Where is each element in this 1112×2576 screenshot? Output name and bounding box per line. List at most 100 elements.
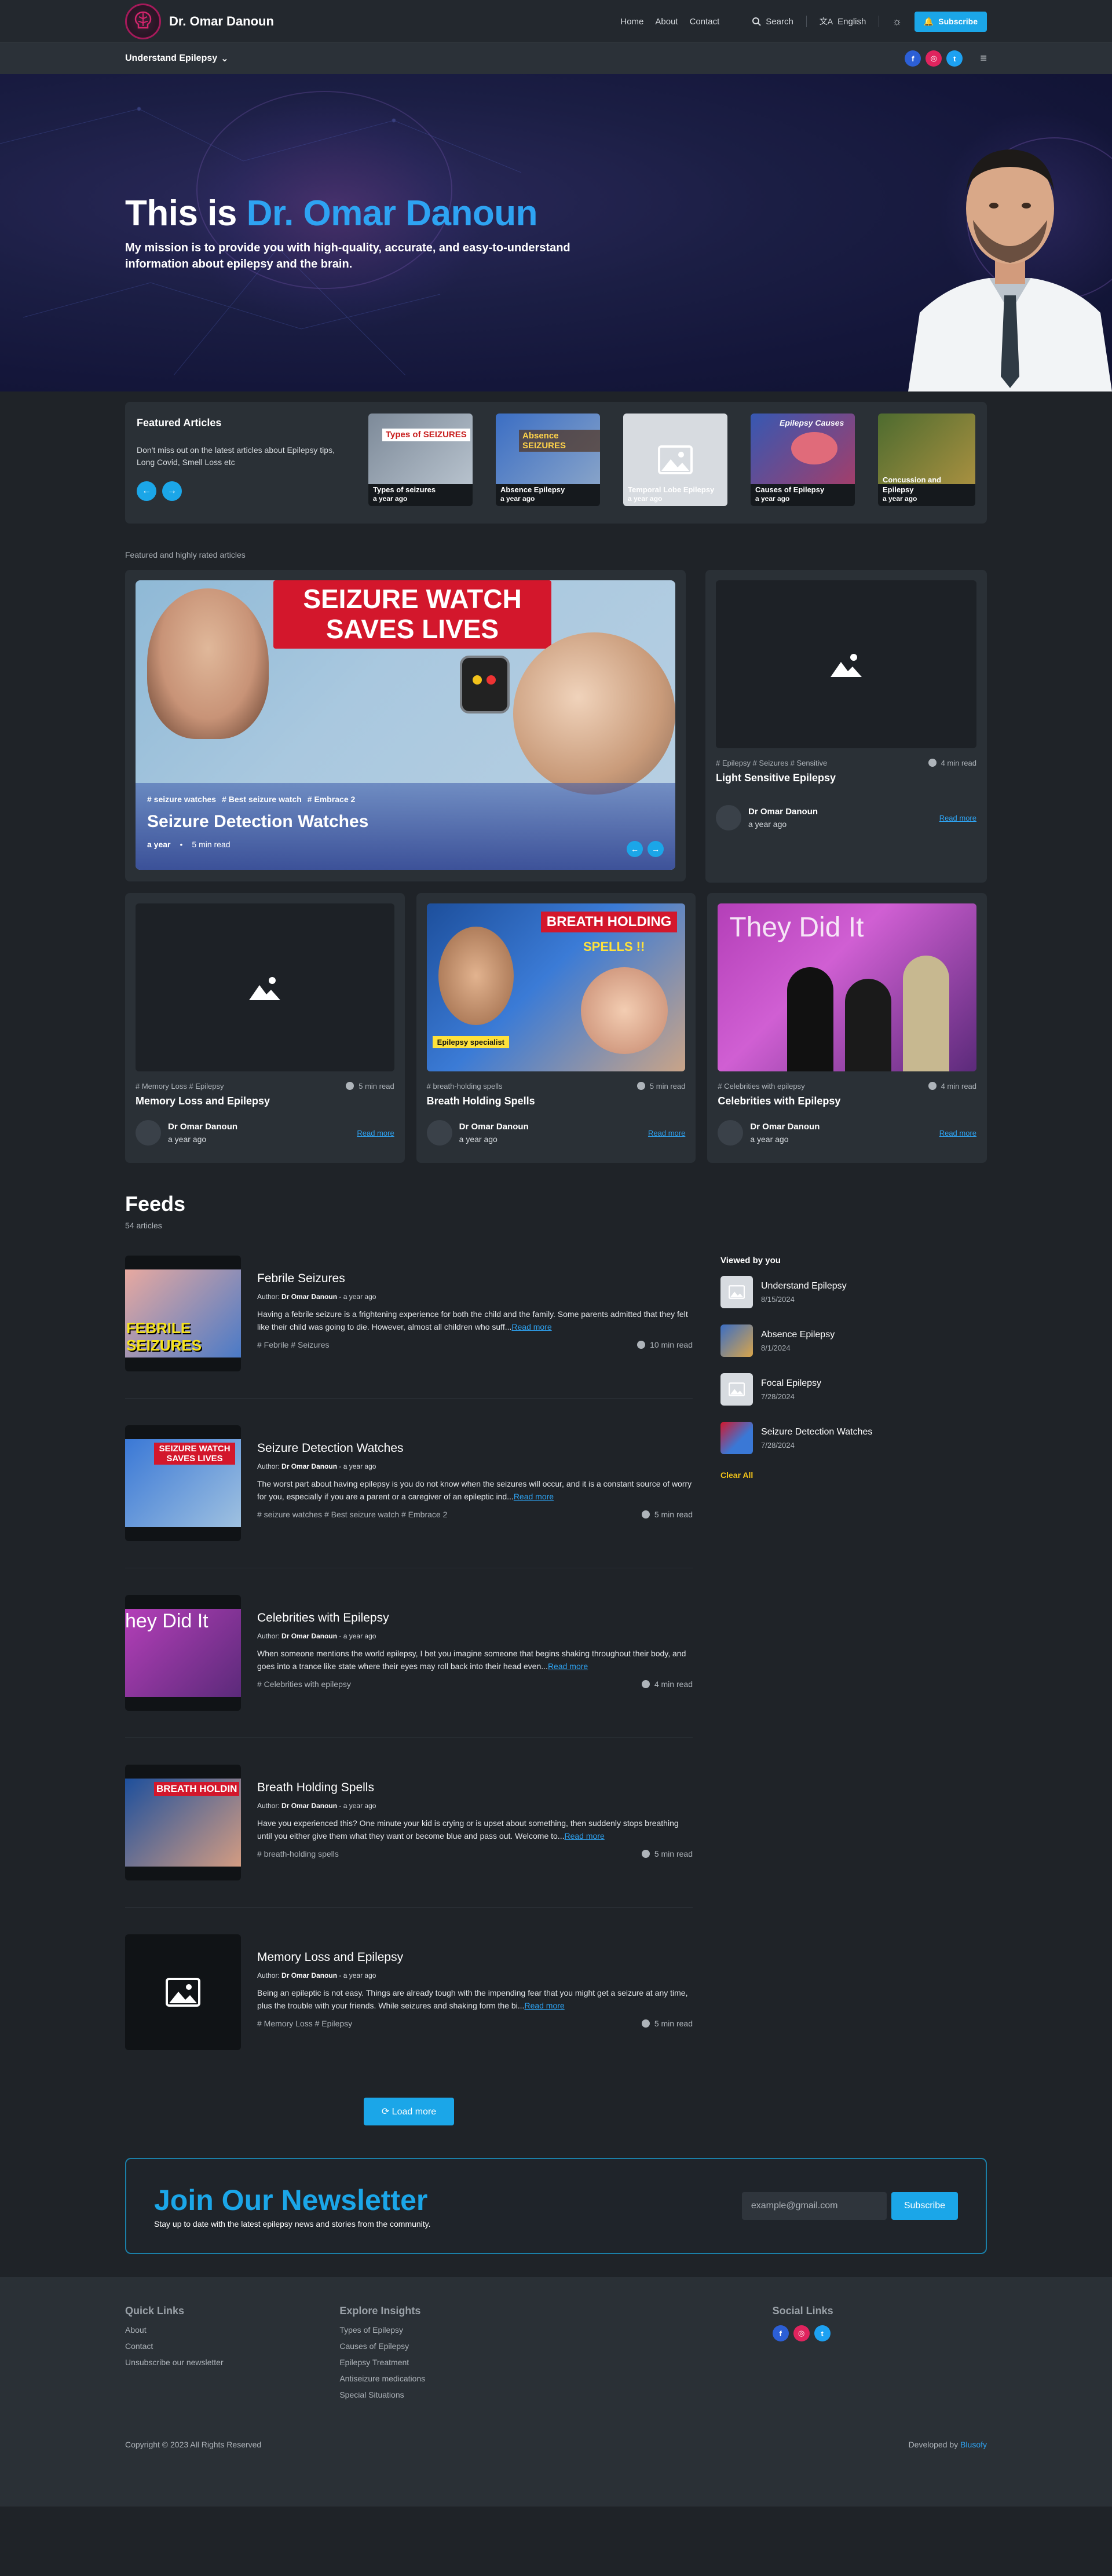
footer-link[interactable]: Types of Epilepsy — [339, 2325, 554, 2334]
twitter-icon[interactable]: t — [814, 2325, 831, 2341]
twitter-icon[interactable]: t — [946, 50, 963, 67]
search-button[interactable]: Search — [752, 17, 793, 27]
article-card[interactable]: # Memory Loss # Epilepsy 5 min read Memo… — [125, 893, 405, 1163]
thumbnail-banner: They Did It — [729, 912, 864, 943]
article-tags[interactable]: # Epilepsy # Seizures # Sensitive — [716, 759, 827, 767]
featured-card-thumbnail: Types of SEIZURES — [368, 414, 473, 484]
featured-post-slider[interactable]: SEIZURE WATCH SAVES LIVES # seizure watc… — [125, 570, 686, 881]
viewed-item[interactable]: Focal Epilepsy 7/28/2024 — [720, 1373, 987, 1406]
read-more-link[interactable]: Read more — [514, 1492, 554, 1501]
featured-card-time: a year ago — [500, 495, 535, 503]
viewed-item[interactable]: Seizure Detection Watches 7/28/2024 — [720, 1422, 987, 1454]
feed-title[interactable]: Febrile Seizures — [257, 1272, 693, 1286]
article-title[interactable]: Memory Loss and Epilepsy — [136, 1095, 394, 1107]
feeds-count: 54 articles — [125, 1221, 162, 1230]
featured-card[interactable]: Absence SEIZURES Absence Epilepsy a year… — [496, 414, 600, 506]
read-more-link[interactable]: Read more — [939, 814, 976, 822]
viewed-item-thumbnail — [720, 1422, 753, 1454]
developer-link[interactable]: Blusofy — [960, 2440, 987, 2449]
feed-tags[interactable]: # Memory Loss # Epilepsy — [257, 2019, 352, 2028]
facebook-icon[interactable]: f — [772, 2325, 789, 2341]
featured-card[interactable]: Epilepsy Causes Causes of Epilepsy a yea… — [751, 414, 855, 506]
feed-item[interactable]: hey Did It Celebrities with Epilepsy Aut… — [125, 1595, 693, 1738]
feed-title[interactable]: Breath Holding Spells — [257, 1781, 693, 1795]
read-more-link[interactable]: Read more — [564, 1831, 604, 1840]
instagram-icon[interactable]: ◎ — [926, 50, 942, 67]
article-tags[interactable]: # Memory Loss # Epilepsy — [136, 1082, 224, 1091]
footer-link-about[interactable]: About — [125, 2325, 339, 2334]
avatar — [718, 1120, 744, 1146]
read-time-label: 5 min read — [649, 1082, 686, 1091]
thumbnail-text: Types of SEIZURES — [382, 429, 470, 441]
carousel-next-button[interactable]: → — [162, 481, 182, 501]
article-card[interactable]: # Epilepsy # Seizures # Sensitive 4 min … — [705, 570, 987, 883]
understand-epilepsy-menu[interactable]: Understand Epilepsy ⌄ — [125, 53, 229, 64]
footer-link[interactable]: Causes of Epilepsy — [339, 2341, 554, 2351]
post-title[interactable]: Seizure Detection Watches — [147, 812, 664, 832]
feed-title[interactable]: Memory Loss and Epilepsy — [257, 1951, 693, 1964]
slider-prev-button[interactable]: ← — [627, 841, 643, 857]
footer-link[interactable]: Antiseizure medications — [339, 2374, 554, 2383]
footer-link-contact[interactable]: Contact — [125, 2341, 339, 2351]
slider-next-button[interactable]: → — [648, 841, 664, 857]
article-title[interactable]: Light Sensitive Epilepsy — [716, 772, 976, 784]
viewed-item[interactable]: Understand Epilepsy 8/15/2024 — [720, 1276, 987, 1308]
post-tag[interactable]: # Best seizure watch — [222, 795, 302, 804]
footer-link[interactable]: Epilepsy Treatment — [339, 2358, 554, 2367]
facebook-icon[interactable]: f — [905, 50, 921, 67]
feed-item[interactable]: SEIZURE WATCH SAVES LIVES Seizure Detect… — [125, 1425, 693, 1568]
nav-about[interactable]: About — [655, 17, 678, 27]
featured-card[interactable]: Types of SEIZURES Types of seizures a ye… — [368, 414, 473, 506]
nav-contact[interactable]: Contact — [690, 17, 720, 27]
theme-toggle-sun-icon[interactable]: ☼ — [892, 16, 902, 28]
feed-tags[interactable]: # breath-holding spells — [257, 1849, 339, 1858]
post-tag[interactable]: # seizure watches — [147, 795, 216, 804]
read-time: 5 min read — [641, 1510, 693, 1519]
language-selector[interactable]: 文A English — [820, 16, 866, 27]
feed-tags[interactable]: # Celebrities with epilepsy — [257, 1679, 351, 1689]
instagram-icon[interactable]: ◎ — [793, 2325, 810, 2341]
feed-title[interactable]: Celebrities with Epilepsy — [257, 1611, 693, 1625]
subscribe-button[interactable]: 🔔 Subscribe — [914, 11, 987, 32]
read-more-link[interactable]: Read more — [648, 1129, 685, 1137]
feed-title[interactable]: Seizure Detection Watches — [257, 1441, 693, 1455]
article-tags[interactable]: # Celebrities with epilepsy — [718, 1082, 804, 1091]
read-more-link[interactable]: Read more — [357, 1129, 394, 1137]
featured-card[interactable]: Concussion and Epilepsy a year ago — [878, 414, 975, 506]
post-tag[interactable]: # Embrace 2 — [308, 795, 356, 804]
article-card[interactable]: BREATH HOLDING SPELLS !! Epilepsy specia… — [416, 893, 696, 1163]
read-more-link[interactable]: Read more — [511, 1322, 551, 1331]
feed-tags[interactable]: # Febrile # Seizures — [257, 1340, 330, 1349]
image-placeholder-icon — [729, 1382, 745, 1396]
read-more-link[interactable]: Read more — [524, 2001, 564, 2010]
viewed-item[interactable]: Absence Epilepsy 8/1/2024 — [720, 1324, 987, 1357]
thumbnail-banner: BREATH HOLDING — [540, 912, 678, 932]
article-tags[interactable]: # breath-holding spells — [427, 1082, 503, 1091]
brand[interactable]: Dr. Omar Danoun — [125, 3, 274, 39]
feed-item[interactable]: FEBRILE SEIZURES Febrile Seizures Author… — [125, 1256, 693, 1399]
read-more-link[interactable]: Read more — [548, 1662, 588, 1671]
developed-label: Developed by — [908, 2440, 959, 2449]
feed-tags[interactable]: # seizure watches # Best seizure watch #… — [257, 1510, 447, 1519]
article-title[interactable]: Breath Holding Spells — [427, 1095, 686, 1107]
read-more-link[interactable]: Read more — [939, 1129, 976, 1137]
post-ago: a year ago — [750, 1135, 789, 1144]
feed-item[interactable]: Memory Loss and Epilepsy Author: Dr Omar… — [125, 1934, 693, 2077]
hamburger-menu-icon[interactable]: ≡ — [980, 52, 987, 65]
article-title[interactable]: Celebrities with Epilepsy — [718, 1095, 976, 1107]
load-more-button[interactable]: ⟳ Load more — [364, 2098, 454, 2125]
menu-label: Understand Epilepsy — [125, 53, 218, 63]
sub-navbar: Understand Epilepsy ⌄ f ◎ t ≡ — [0, 43, 1112, 74]
feed-item[interactable]: BREATH HOLDIN Breath Holding Spells Auth… — [125, 1765, 693, 1908]
featured-card[interactable]: Temporal Lobe Epilepsy a year ago — [623, 414, 727, 506]
newsletter-email-input[interactable] — [741, 2192, 887, 2220]
newsletter-subscribe-button[interactable]: Subscribe — [891, 2192, 958, 2220]
carousel-prev-button[interactable]: ← — [137, 481, 156, 501]
article-card[interactable]: They Did It # Celebrities with epilepsy … — [707, 893, 987, 1163]
footer-link[interactable]: Special Situations — [339, 2390, 554, 2399]
nav-home[interactable]: Home — [620, 17, 643, 27]
footer-link-unsubscribe[interactable]: Unsubscribe our newsletter — [125, 2358, 339, 2367]
viewed-item-date: 7/28/2024 — [761, 1392, 795, 1401]
clear-all-button[interactable]: Clear All — [720, 1470, 753, 1480]
hero-banner: This is Dr. Omar Danoun My mission is to… — [0, 74, 1112, 391]
